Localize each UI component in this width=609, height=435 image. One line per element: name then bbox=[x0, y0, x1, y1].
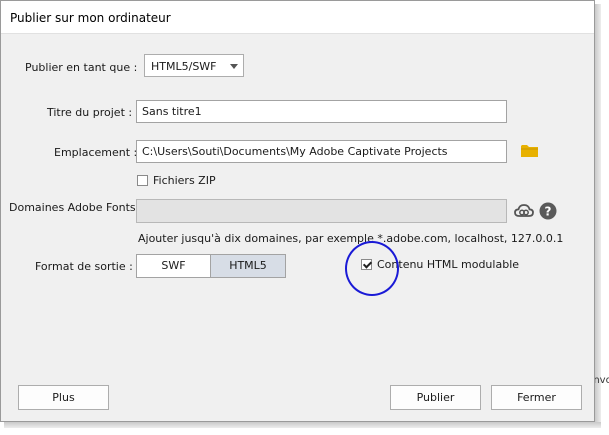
format-swf-option[interactable]: SWF bbox=[136, 254, 211, 278]
creative-cloud-icon[interactable] bbox=[514, 203, 534, 219]
title-bar[interactable]: Publier sur mon ordinateur bbox=[1, 1, 594, 34]
zip-label: Fichiers ZIP bbox=[153, 174, 216, 187]
chevron-down-icon bbox=[230, 64, 238, 69]
adobe-fonts-input[interactable] bbox=[136, 199, 507, 223]
window-shadow-bottom bbox=[4, 422, 601, 428]
output-format-label: Format de sortie : bbox=[35, 260, 133, 273]
adobe-fonts-hint: Ajouter jusqu'à dix domaines, par exempl… bbox=[138, 232, 564, 245]
more-button[interactable]: Plus bbox=[18, 385, 109, 410]
svg-text:?: ? bbox=[545, 205, 552, 219]
help-icon[interactable]: ? bbox=[539, 202, 557, 220]
format-html5-option[interactable]: HTML5 bbox=[210, 254, 286, 278]
zip-checkbox[interactable] bbox=[137, 175, 148, 186]
project-title-label: Titre du projet : bbox=[47, 106, 133, 119]
publish-button[interactable]: Publier bbox=[390, 385, 481, 410]
publish-as-dropdown[interactable]: HTML5/SWF bbox=[144, 54, 244, 77]
close-button[interactable]: Fermer bbox=[491, 385, 582, 410]
publish-dialog: Publier sur mon ordinateur Publier en ta… bbox=[0, 0, 595, 422]
window-title: Publier sur mon ordinateur bbox=[10, 11, 171, 25]
project-title-input[interactable]: Sans titre1 bbox=[136, 100, 507, 123]
annotation-circle bbox=[345, 241, 399, 296]
publish-as-value: HTML5/SWF bbox=[151, 60, 217, 73]
location-input[interactable]: C:\Users\Souti\Documents\My Adobe Captiv… bbox=[136, 140, 507, 163]
publish-as-label: Publier en tant que : bbox=[25, 61, 138, 74]
folder-icon[interactable] bbox=[521, 144, 539, 158]
adobe-fonts-label: Domaines Adobe Fonts : bbox=[9, 201, 143, 214]
window-shadow-right bbox=[595, 4, 601, 424]
location-label: Emplacement : bbox=[54, 146, 138, 159]
